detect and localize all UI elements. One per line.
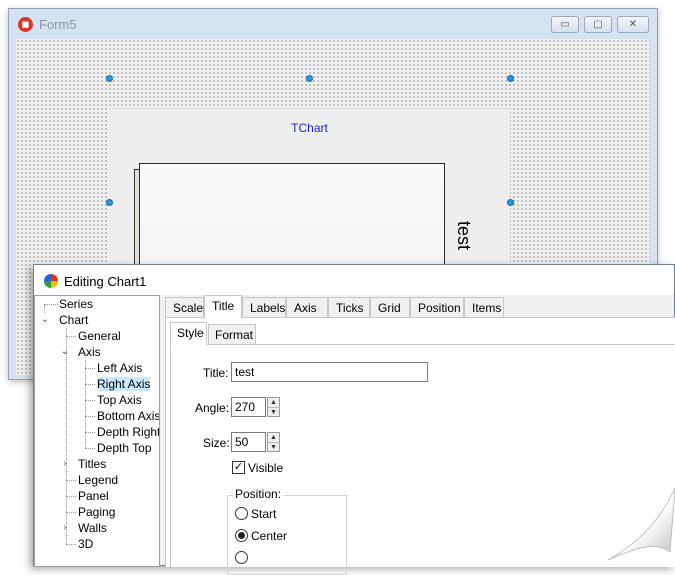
tree-item-series[interactable]: Series [59, 296, 93, 312]
spin-up-icon[interactable]: ▲ [268, 433, 279, 443]
position-center-label: Center [251, 529, 288, 543]
tree-item-top-axis[interactable]: Top Axis [97, 392, 142, 408]
title-label: Title: [203, 366, 229, 380]
tree-item-left-axis[interactable]: Left Axis [97, 360, 142, 376]
spin-up-icon[interactable]: ▲ [268, 398, 279, 408]
spin-down-icon[interactable]: ▼ [268, 408, 279, 417]
close-button[interactable]: ✕ [617, 16, 649, 33]
tree-item-chart[interactable]: Chart [59, 312, 88, 328]
tab-position[interactable]: Position [410, 297, 464, 318]
subtab-style[interactable]: Style [170, 322, 207, 345]
position-end-radio[interactable] [235, 551, 248, 564]
tree-item-depth-right[interactable]: Depth Right [97, 424, 159, 440]
size-spinner[interactable]: ▲ ▼ [267, 432, 280, 452]
chevron-right-icon[interactable]: › [59, 458, 71, 470]
size-label: Size: [203, 436, 230, 450]
form5-titlebar[interactable]: ◼ Form5 ▭ ▢ ✕ [9, 9, 657, 39]
title-tab-pane: Style Format Title: Angle: ▲▼ Size: ▲▼ ✓… [165, 317, 675, 575]
selection-handle-middle-left[interactable] [106, 199, 113, 206]
tab-ticks[interactable]: Ticks [328, 297, 370, 318]
chevron-down-icon[interactable]: ⌄ [59, 346, 71, 358]
tree-item-titles[interactable]: Titles [78, 456, 106, 472]
form5-title: Form5 [39, 17, 77, 32]
editor-titlebar[interactable]: Editing Chart1 [34, 265, 674, 295]
tab-axis[interactable]: Axis [286, 297, 328, 318]
visible-checkbox[interactable]: ✓ [232, 461, 245, 474]
minimize-button[interactable]: ▭ [551, 16, 579, 33]
selection-handle-top-right[interactable] [507, 75, 514, 82]
position-start-radio[interactable] [235, 507, 248, 520]
selection-handle-top-center[interactable] [306, 75, 313, 82]
maximize-button[interactable]: ▢ [584, 16, 612, 33]
spin-down-icon[interactable]: ▼ [268, 443, 279, 452]
tree-item-panel[interactable]: Panel [78, 488, 109, 504]
right-axis-title: test [454, 221, 474, 251]
tab-items[interactable]: Items [464, 297, 504, 318]
tree-item-paging[interactable]: Paging [78, 504, 115, 520]
tab-labels[interactable]: Labels [242, 297, 286, 318]
tab-title[interactable]: Title [204, 295, 242, 319]
editor-title: Editing Chart1 [64, 274, 147, 289]
tree-item-depth-top[interactable]: Depth Top [97, 440, 152, 456]
tree-item-walls[interactable]: Walls [78, 520, 107, 536]
selection-handle-middle-right[interactable] [507, 199, 514, 206]
position-label: Position: [233, 487, 284, 501]
app-icon: ◼ [18, 17, 33, 32]
angle-label: Angle: [195, 401, 230, 415]
subtab-format[interactable]: Format [208, 324, 256, 345]
angle-input[interactable] [231, 397, 266, 417]
chevron-right-icon[interactable]: › [59, 522, 71, 534]
chevron-down-icon[interactable]: ⌄ [39, 314, 51, 326]
teechart-icon [44, 274, 58, 288]
chart-editor-dialog: Editing Chart1 Series ⌄ Chart General ⌄ … [33, 264, 675, 575]
visible-label: Visible [248, 461, 284, 475]
tree-item-general[interactable]: General [78, 328, 121, 344]
page-curl [600, 480, 675, 566]
angle-spinner[interactable]: ▲ ▼ [267, 397, 280, 417]
tab-scales[interactable]: Scales [165, 297, 209, 318]
tree-item-axis[interactable]: Axis [78, 344, 101, 360]
tree-item-legend[interactable]: Legend [78, 472, 118, 488]
chart-title: TChart [291, 121, 328, 135]
tree-item-3d[interactable]: 3D [78, 536, 93, 552]
size-input[interactable] [231, 432, 266, 452]
editor-tree[interactable]: Series ⌄ Chart General ⌄ Axis Left Axis … [34, 295, 160, 567]
tree-item-bottom-axis[interactable]: Bottom Axis [97, 408, 159, 424]
title-input[interactable] [231, 362, 428, 382]
tab-grid[interactable]: Grid [370, 297, 410, 318]
position-start-label: Start [251, 507, 277, 521]
position-center-radio[interactable] [235, 529, 248, 542]
selection-handle-top-left[interactable] [106, 75, 113, 82]
tree-item-right-axis[interactable]: Right Axis [97, 376, 151, 392]
